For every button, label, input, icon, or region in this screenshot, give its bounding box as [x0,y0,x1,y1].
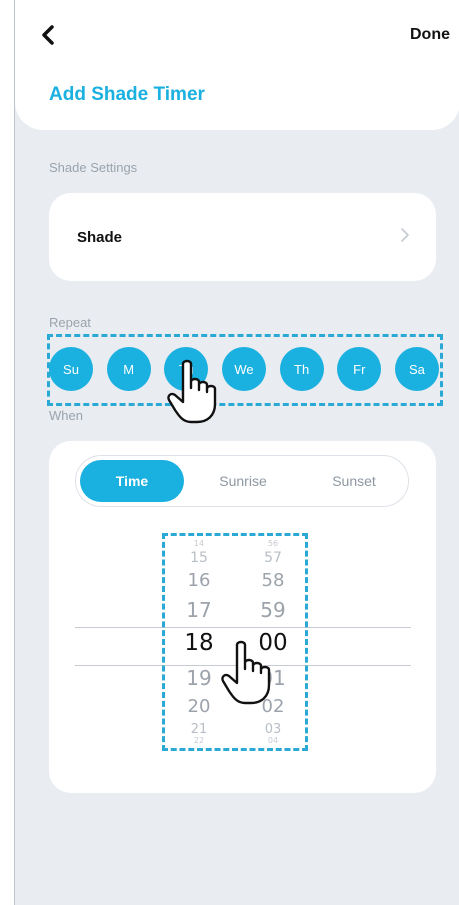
repeat-days: Su M Tu We Th Fr Sa [49,347,439,391]
tab-sunrise[interactable]: Sunrise [191,460,295,502]
done-button[interactable]: Done [410,26,450,44]
time-picker-highlight-box [162,533,308,751]
page-title: Add Shade Timer [49,84,205,105]
tab-time[interactable]: Time [80,460,184,502]
chevron-right-icon [401,228,410,242]
shade-label: Shade [77,229,123,246]
day-m[interactable]: M [106,347,151,391]
tab-sunset[interactable]: Sunset [302,460,406,502]
header: Done Add Shade Timer [15,0,459,130]
app-screen: Done Add Shade Timer Shade Settings Shad… [14,0,459,905]
when-label: When [49,408,83,423]
chevron-left-icon [42,25,54,45]
day-we[interactable]: We [221,347,266,391]
shade-row[interactable]: Shade [49,193,436,281]
day-su[interactable]: Su [49,347,93,391]
back-button[interactable] [35,22,61,48]
day-th[interactable]: Th [279,347,324,391]
when-segmented-control: Time Sunrise Sunset [75,455,409,507]
when-card: Time Sunrise Sunset 14 15 16 17 18 19 20… [49,441,436,793]
repeat-label: Repeat [49,315,91,330]
day-sa[interactable]: Sa [394,347,439,391]
day-tu[interactable]: Tu [164,347,209,391]
shade-settings-label: Shade Settings [49,160,138,175]
day-fr[interactable]: Fr [337,347,382,391]
